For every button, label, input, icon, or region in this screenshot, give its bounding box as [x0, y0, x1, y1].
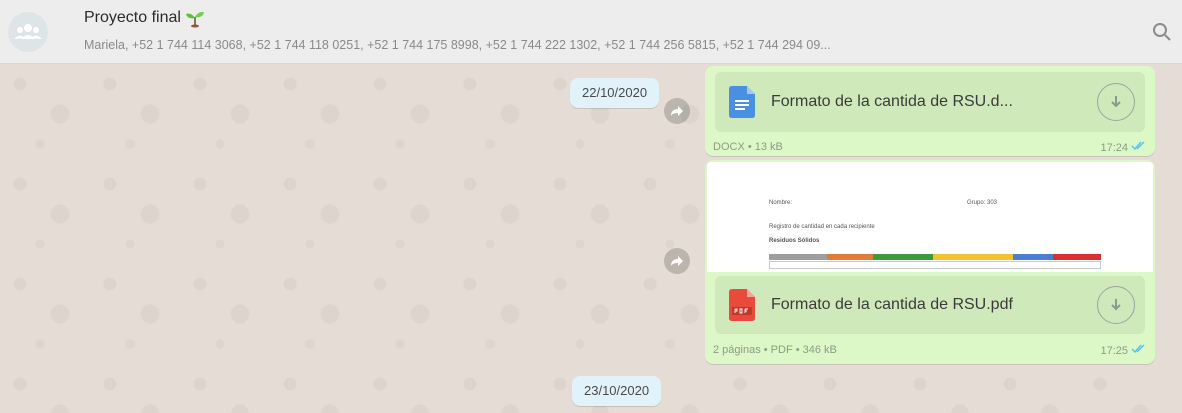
pdf-file-icon	[729, 289, 755, 321]
preview-table-row	[769, 261, 1101, 269]
time-label: 17:24	[1100, 141, 1128, 154]
preview-color-bar	[769, 254, 827, 260]
message-bubble-docx[interactable]: Formato de la cantida de RSU.d... DOCX •…	[705, 66, 1155, 156]
file-card-pdf[interactable]: Formato de la cantida de RSU.pdf	[715, 276, 1145, 334]
message-bubble-pdf[interactable]: Nombre: Grupo: 303 Registro de cantidad …	[705, 160, 1155, 364]
message-time: 17:24	[1100, 141, 1147, 154]
date-separator: 23/10/2020	[572, 376, 662, 406]
forward-icon[interactable]	[664, 248, 690, 274]
group-avatar-icon[interactable]	[8, 12, 48, 52]
chat-title[interactable]: Proyecto final	[84, 9, 181, 27]
file-meta: 2 páginas • PDF • 346 kB	[713, 344, 837, 356]
file-name: Formato de la cantida de RSU.pdf	[771, 296, 1013, 313]
download-icon[interactable]	[1097, 286, 1135, 324]
preview-color-bar	[1013, 254, 1053, 260]
read-ticks-icon	[1131, 141, 1147, 154]
participants-list[interactable]: Mariela, +52 1 744 114 3068, +52 1 744 1…	[84, 38, 1144, 52]
time-label: 17:25	[1100, 344, 1128, 357]
pdf-preview-thumbnail[interactable]: Nombre: Grupo: 303 Registro de cantidad …	[707, 162, 1153, 272]
download-icon[interactable]	[1097, 83, 1135, 121]
preview-color-bar	[1053, 254, 1101, 260]
chat-panel[interactable]: 22/10/2020 Formato de la cantida de RSU.…	[0, 64, 1182, 413]
file-name: Formato de la cantida de RSU.d...	[771, 93, 1013, 110]
forward-icon[interactable]	[664, 98, 690, 124]
preview-label-right: Grupo: 303	[967, 200, 998, 206]
preview-color-bar	[827, 254, 873, 260]
search-icon[interactable]	[1150, 20, 1174, 44]
preview-color-bar	[873, 254, 933, 260]
read-ticks-icon	[1131, 344, 1147, 357]
docx-file-icon	[729, 86, 755, 118]
file-card-docx[interactable]: Formato de la cantida de RSU.d...	[715, 72, 1145, 132]
preview-line-2: Residuos Sólidos	[769, 238, 820, 244]
file-meta: DOCX • 13 kB	[713, 141, 783, 153]
date-separator: 22/10/2020	[570, 78, 660, 108]
sprout-icon	[185, 8, 205, 28]
chat-header[interactable]: Proyecto final Mariela, +52 1 744 114 30…	[0, 0, 1182, 64]
preview-line-1: Registro de cantidad en cada recipiente	[769, 224, 875, 230]
preview-color-bar	[933, 254, 1013, 260]
preview-label-left: Nombre:	[769, 200, 793, 206]
message-time: 17:25	[1100, 344, 1147, 357]
